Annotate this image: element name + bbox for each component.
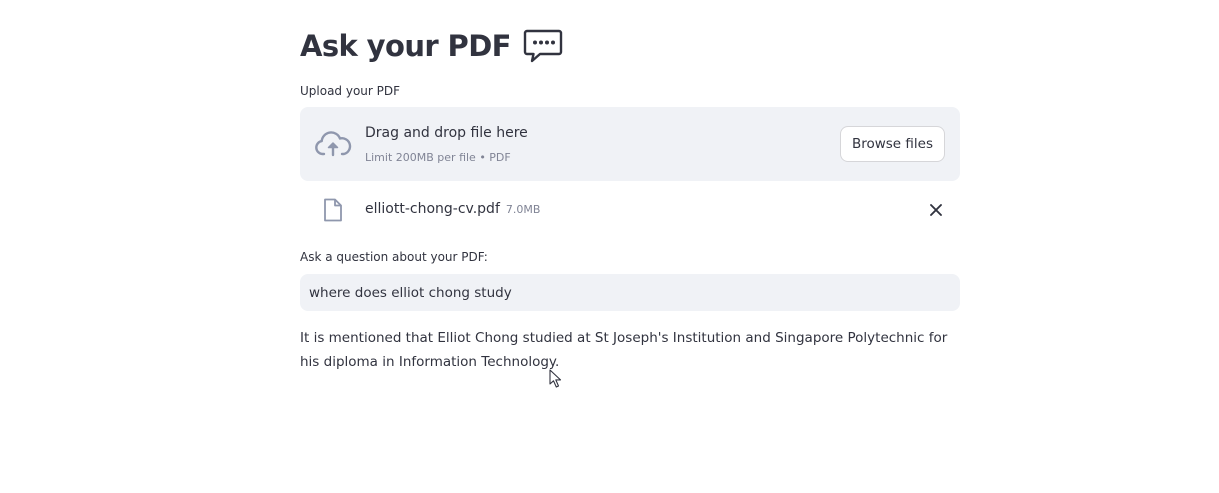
mouse-pointer-icon: [549, 369, 563, 389]
cloud-upload-icon: [314, 126, 352, 162]
dropzone-instructions: Drag and drop file here: [365, 125, 528, 141]
page-title: Ask your PDF: [300, 29, 512, 63]
dropzone-limit-text: Limit 200MB per file • PDF: [365, 151, 511, 164]
question-input[interactable]: [300, 274, 960, 311]
file-size: 7.0MB: [505, 203, 541, 216]
file-name-text: elliott-chong-cv.pdf: [365, 201, 500, 217]
title-row: Ask your PDF: [300, 24, 563, 68]
close-icon: [930, 204, 942, 216]
file-dropzone[interactable]: Drag and drop file here Limit 200MB per …: [300, 107, 960, 181]
question-label: Ask a question about your PDF:: [300, 250, 488, 264]
uploaded-file-name: elliott-chong-cv.pdf 7.0MB: [365, 201, 540, 217]
file-icon: [322, 198, 344, 222]
uploaded-file-row: elliott-chong-cv.pdf 7.0MB: [300, 193, 960, 227]
upload-label: Upload your PDF: [300, 84, 401, 98]
answer-text: It is mentioned that Elliot Chong studie…: [300, 330, 948, 370]
speech-balloon-ellipsis-icon: [523, 28, 563, 64]
remove-file-button[interactable]: [926, 200, 946, 220]
browse-files-button[interactable]: Browse files: [839, 126, 945, 162]
